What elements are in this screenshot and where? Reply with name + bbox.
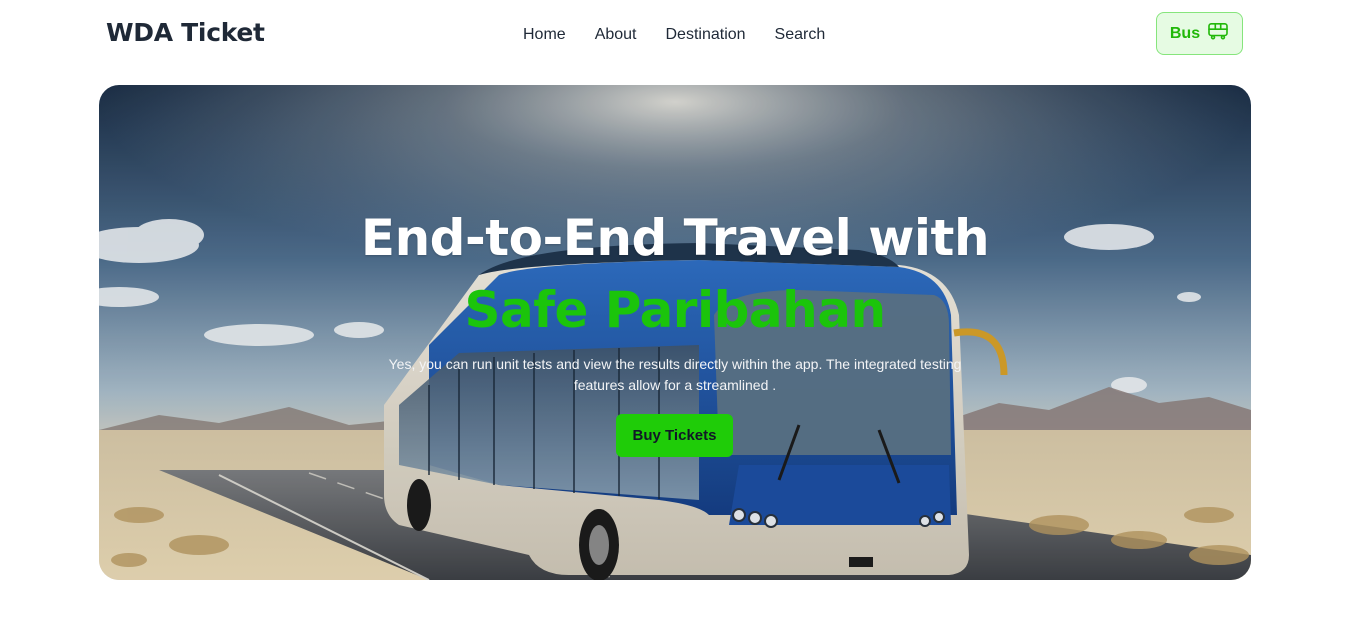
nav-link-about[interactable]: About	[595, 25, 637, 45]
bus-button-label: Bus	[1169, 24, 1201, 42]
hero-description: Yes, you can run unit tests and view the…	[388, 356, 962, 393]
buy-tickets-button[interactable]: Buy Tickets	[616, 414, 733, 457]
nav-link-home[interactable]: Home	[523, 25, 566, 45]
logo[interactable]: WDA Ticket	[106, 18, 265, 47]
bus-button[interactable]: Bus	[1156, 12, 1243, 55]
main-nav: Home About Destination Search	[523, 25, 854, 45]
hero-highlight: Safe Paribahan	[464, 281, 886, 339]
nav-link-destination[interactable]: Destination	[666, 25, 746, 45]
bus-icon	[1207, 22, 1229, 45]
nav-link-search[interactable]: Search	[775, 25, 826, 45]
hero-banner: End-to-End Travel with Safe Paribahan Ye…	[99, 85, 1251, 580]
hero-title: End-to-End Travel with	[360, 209, 990, 267]
site-header: WDA Ticket Home About Destination Search…	[0, 0, 1349, 70]
